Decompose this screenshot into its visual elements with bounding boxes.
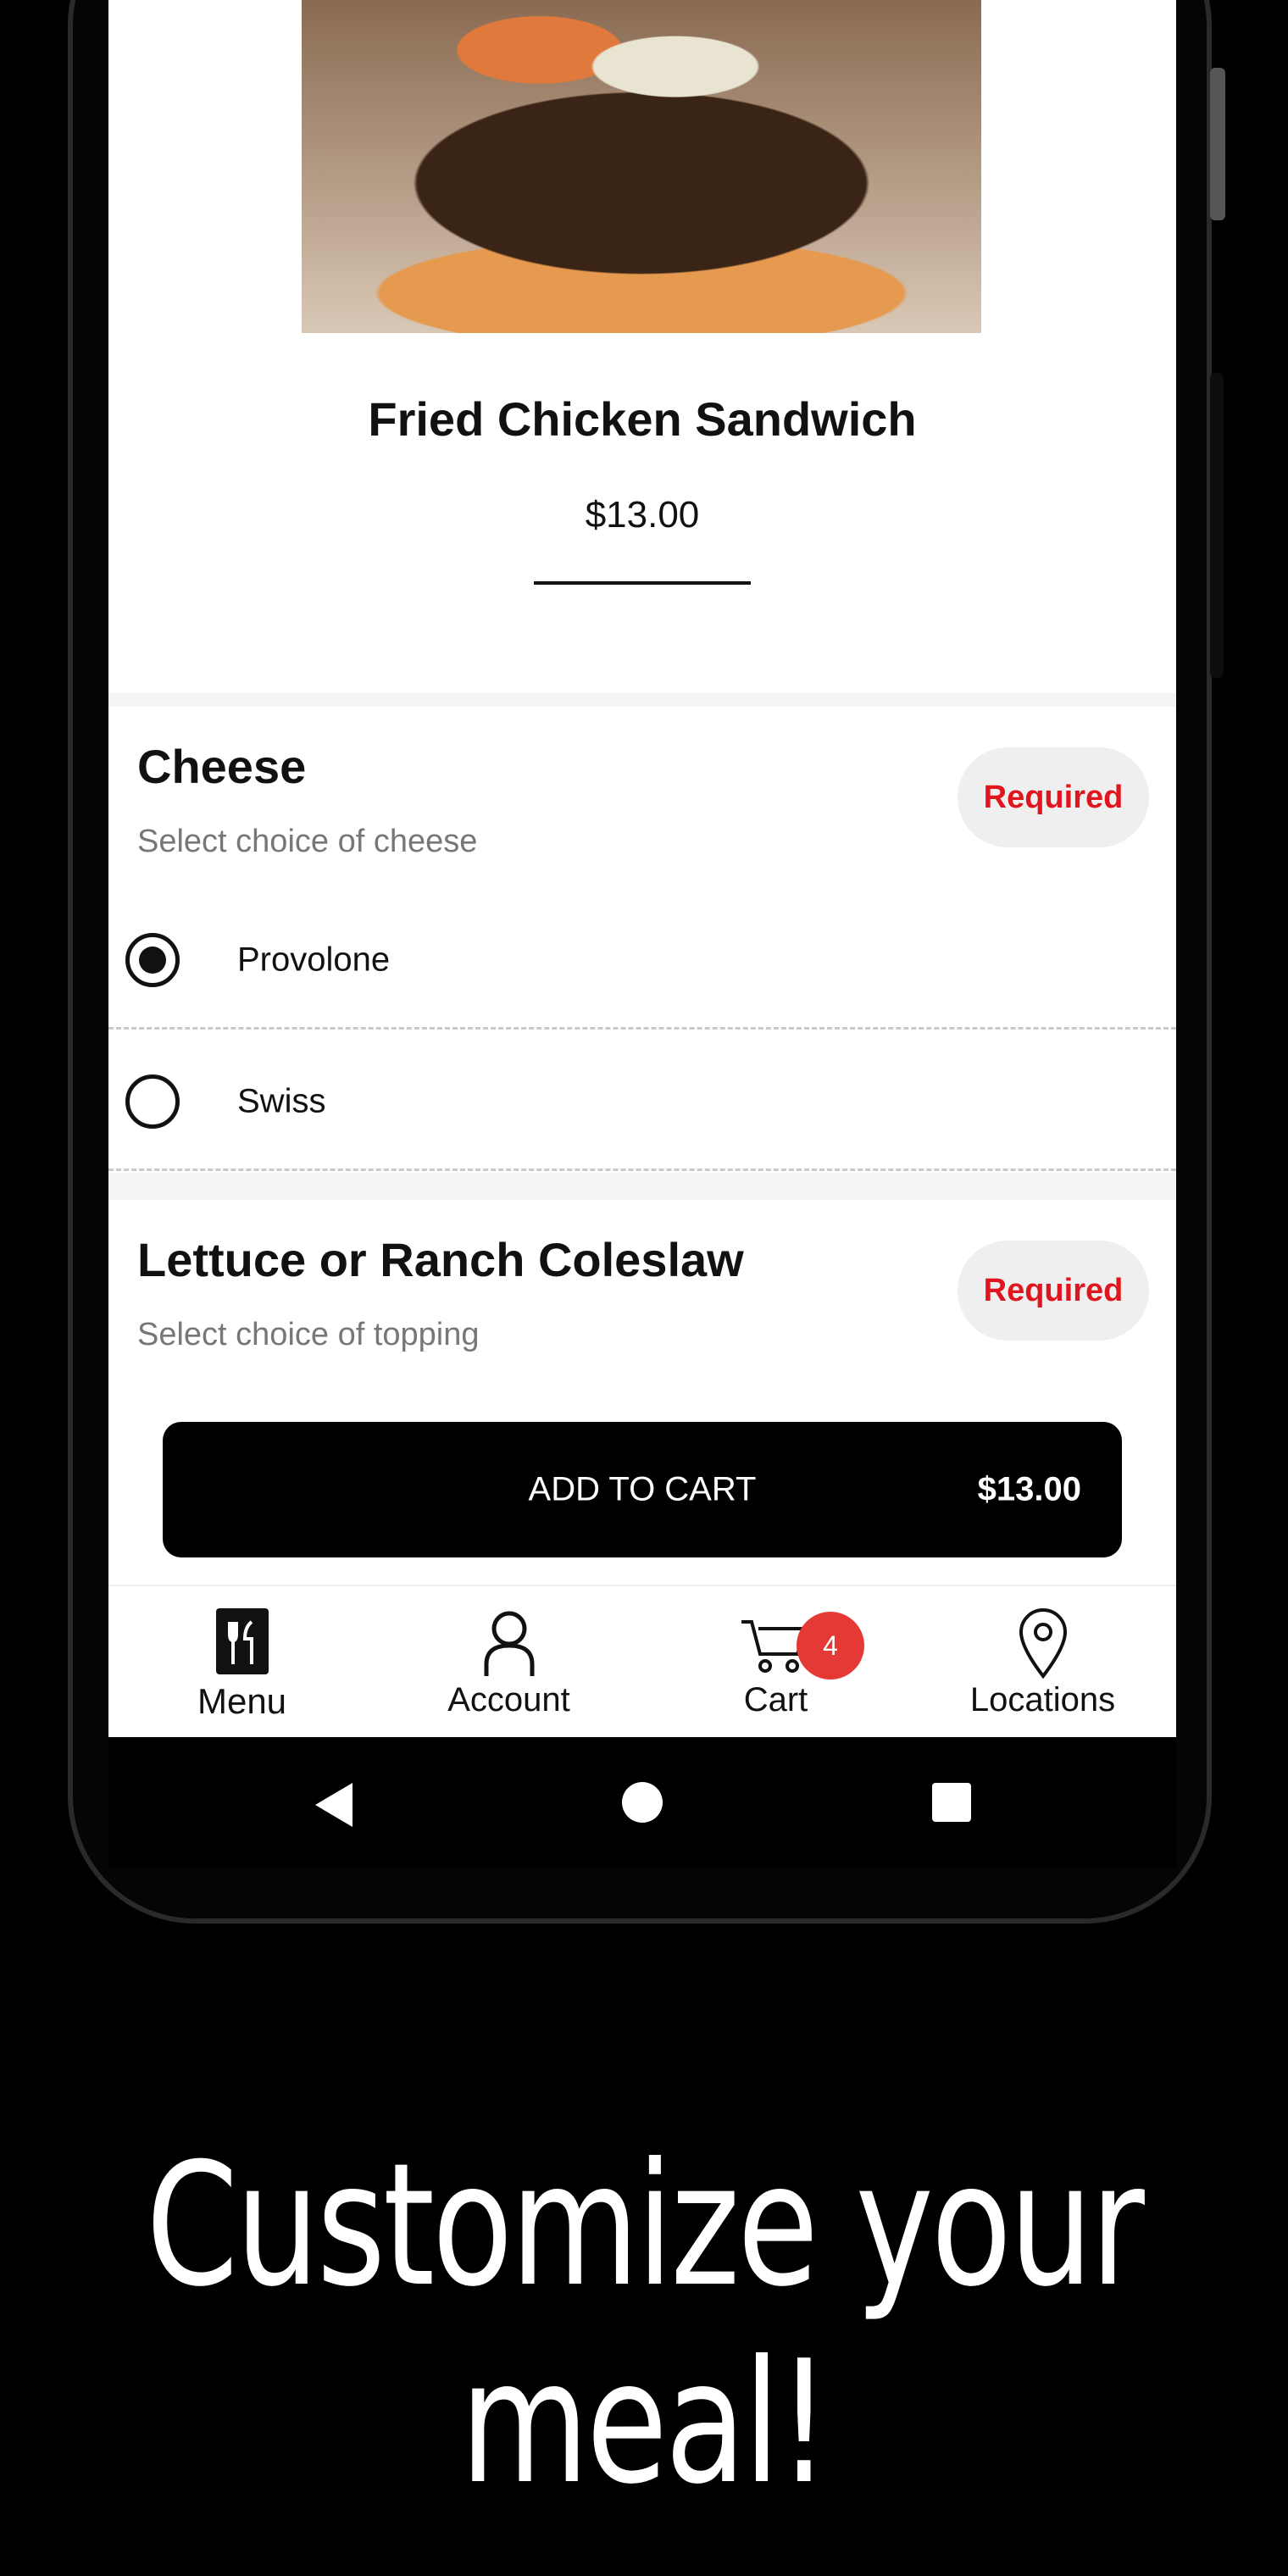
location-pin-icon <box>1019 1608 1067 1679</box>
tab-label: Menu <box>197 1681 287 1721</box>
cart-count-badge: 4 <box>797 1612 864 1679</box>
recents-icon[interactable] <box>930 1781 973 1824</box>
app-screen: Fried Chicken Sandwich $13.00 Cheese Sel… <box>108 0 1176 1737</box>
tab-menu[interactable]: Menu <box>108 1586 375 1737</box>
option-label: Swiss <box>237 1082 326 1120</box>
required-badge: Required <box>958 1241 1149 1341</box>
option-divider <box>108 1169 1176 1171</box>
product-price: $13.00 <box>585 494 700 536</box>
group-subtitle-cheese: Select choice of cheese <box>137 824 478 859</box>
option-label: Provolone <box>237 941 391 979</box>
section-divider <box>108 1173 1176 1200</box>
tab-locations[interactable]: Locations <box>909 1586 1176 1737</box>
required-badge: Required <box>958 747 1149 847</box>
radio-selected-icon[interactable] <box>125 933 180 987</box>
tab-cart[interactable]: 4 Cart <box>642 1586 909 1737</box>
group-subtitle-topping: Select choice of topping <box>137 1317 480 1352</box>
account-icon <box>484 1611 534 1676</box>
group-title-topping: Lettuce or Ranch Coleslaw <box>137 1233 744 1286</box>
back-icon[interactable] <box>312 1781 359 1829</box>
section-divider <box>108 693 1176 707</box>
tab-label: Locations <box>969 1681 1116 1718</box>
radio-unselected-icon[interactable] <box>125 1074 180 1129</box>
promo-caption: Customize your meal! <box>146 2127 1145 2522</box>
home-icon[interactable] <box>621 1781 663 1824</box>
group-title-cheese: Cheese <box>137 740 307 793</box>
add-to-cart-amount: $13.00 <box>977 1470 1081 1508</box>
tab-label: Cart <box>743 1681 808 1718</box>
tab-label: Account <box>447 1681 570 1718</box>
volume-button <box>1210 373 1224 678</box>
option-provolone[interactable]: Provolone <box>108 890 1176 1030</box>
option-divider <box>108 1027 1176 1030</box>
option-swiss[interactable]: Swiss <box>108 1031 1176 1172</box>
bottom-tab-bar: Menu Account 4 Cart Locations <box>108 1585 1176 1737</box>
product-image <box>302 0 981 333</box>
power-button <box>1210 68 1225 220</box>
tab-account[interactable]: Account <box>375 1586 642 1737</box>
product-title: Fried Chicken Sandwich <box>368 392 917 446</box>
price-divider <box>534 581 751 585</box>
menu-icon <box>215 1608 269 1674</box>
system-nav-bar <box>108 1737 1176 1868</box>
add-to-cart-button[interactable]: ADD TO CART $13.00 <box>163 1422 1122 1557</box>
